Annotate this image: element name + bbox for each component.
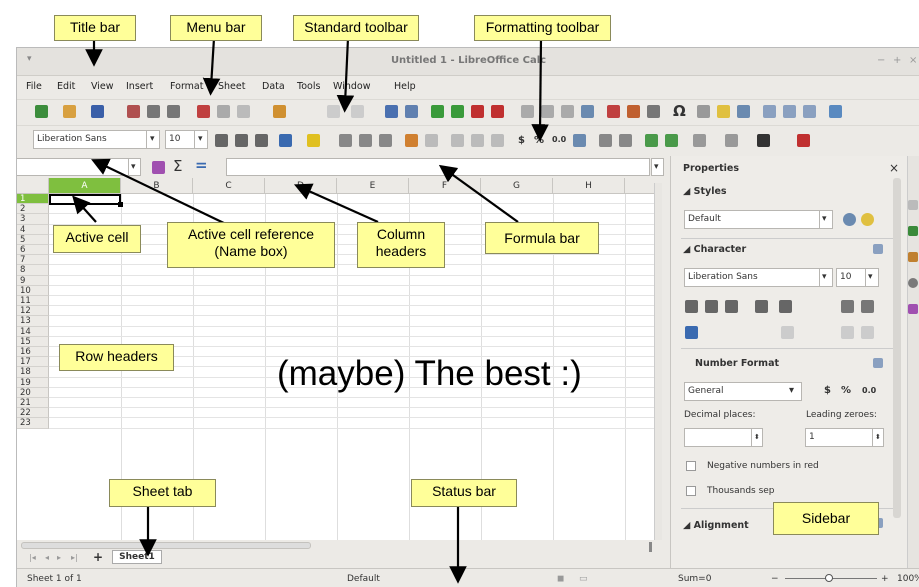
callout-status-bar: Status bar [411, 479, 517, 507]
arrow-column-headers [293, 183, 379, 224]
overlay-caption: (maybe) The best :) [277, 354, 582, 393]
arrow-active-cell [72, 195, 97, 223]
arrow-formatting-toolbar [531, 37, 549, 142]
arrow-menu-bar [202, 37, 221, 96]
callout-title-bar: Title bar [54, 15, 136, 41]
callout-sheet-tab: Sheet tab [109, 479, 216, 507]
arrow-standard-toolbar [336, 37, 355, 113]
callout-sidebar: Sidebar [773, 502, 879, 535]
callout-column-headers: Column headers [357, 222, 445, 268]
arrow-formula-bar [438, 164, 519, 223]
callout-name-box: Active cell reference (Name box) [167, 222, 335, 268]
callout-standard-toolbar: Standard toolbar [293, 15, 419, 41]
callout-menu-bar: Menu bar [170, 15, 262, 41]
callout-row-headers: Row headers [59, 344, 174, 371]
callout-formula-bar: Formula bar [485, 222, 599, 254]
callout-formatting-toolbar: Formatting toolbar [474, 15, 611, 41]
arrow-name-box [91, 158, 229, 226]
screenshot-root: ▾ Untitled 1 - LibreOffice Calc − + × Fi… [0, 0, 919, 587]
callout-active-cell: Active cell [53, 225, 141, 253]
